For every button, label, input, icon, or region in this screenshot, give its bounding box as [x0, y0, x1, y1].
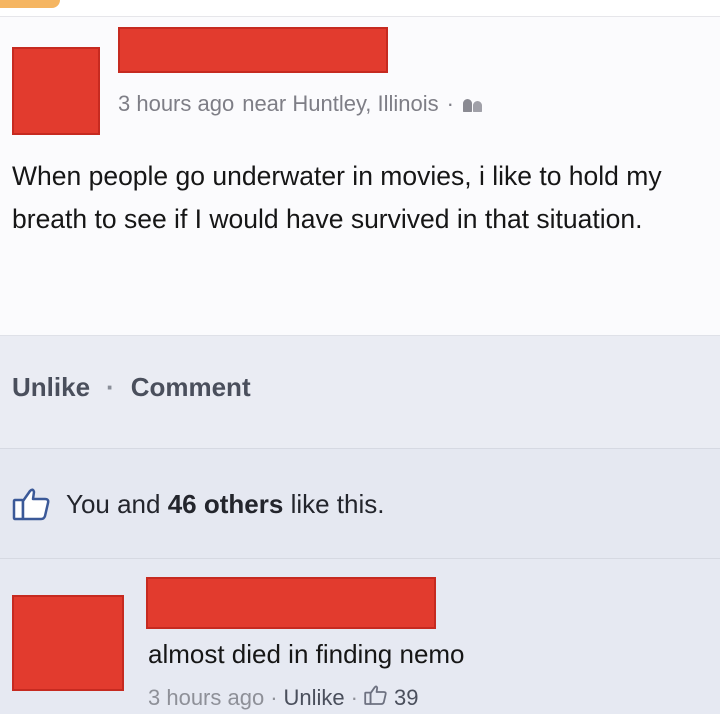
people-icon — [462, 96, 484, 112]
status-post: 3 hours ago near Huntley, Illinois · Whe… — [0, 17, 720, 335]
unlike-link[interactable]: Unlike — [12, 372, 90, 403]
meta-separator: · — [446, 91, 454, 116]
comment-link[interactable]: Comment — [131, 372, 251, 403]
thumbs-up-icon — [12, 487, 52, 521]
post-timestamp[interactable]: 3 hours ago — [118, 91, 234, 117]
post-actions: Unlike · Comment — [0, 335, 720, 449]
likes-summary: You and 46 others like this. — [0, 448, 720, 559]
likes-others-link[interactable]: 46 others — [168, 489, 284, 519]
likes-suffix: like this. — [290, 488, 385, 519]
comment-meta: 3 hours ago · Unlike · 39 — [148, 684, 418, 712]
action-separator: · — [106, 372, 115, 402]
redacted-commenter-avatar[interactable] — [12, 595, 124, 691]
decorative-corner — [0, 0, 60, 8]
post-body: When people go underwater in movies, i l… — [12, 161, 662, 234]
thumbs-up-icon — [364, 684, 388, 712]
post-location[interactable]: near Huntley, Illinois — [242, 91, 438, 117]
redacted-commenter-name[interactable] — [146, 577, 436, 629]
comment-timestamp[interactable]: 3 hours ago — [148, 685, 264, 711]
redacted-author-name[interactable] — [118, 27, 388, 73]
comment: almost died in finding nemo 3 hours ago … — [0, 558, 720, 714]
post-meta: 3 hours ago near Huntley, Illinois · — [118, 91, 484, 117]
comment-meta-separator-2: · — [350, 685, 358, 710]
likes-prefix: You and — [66, 488, 161, 519]
comment-like-count[interactable]: 39 — [394, 685, 418, 711]
comment-body: almost died in finding nemo — [148, 639, 465, 669]
comment-unlike-link[interactable]: Unlike — [284, 685, 345, 711]
redacted-avatar[interactable] — [12, 47, 100, 135]
comment-meta-separator: · — [270, 685, 278, 710]
